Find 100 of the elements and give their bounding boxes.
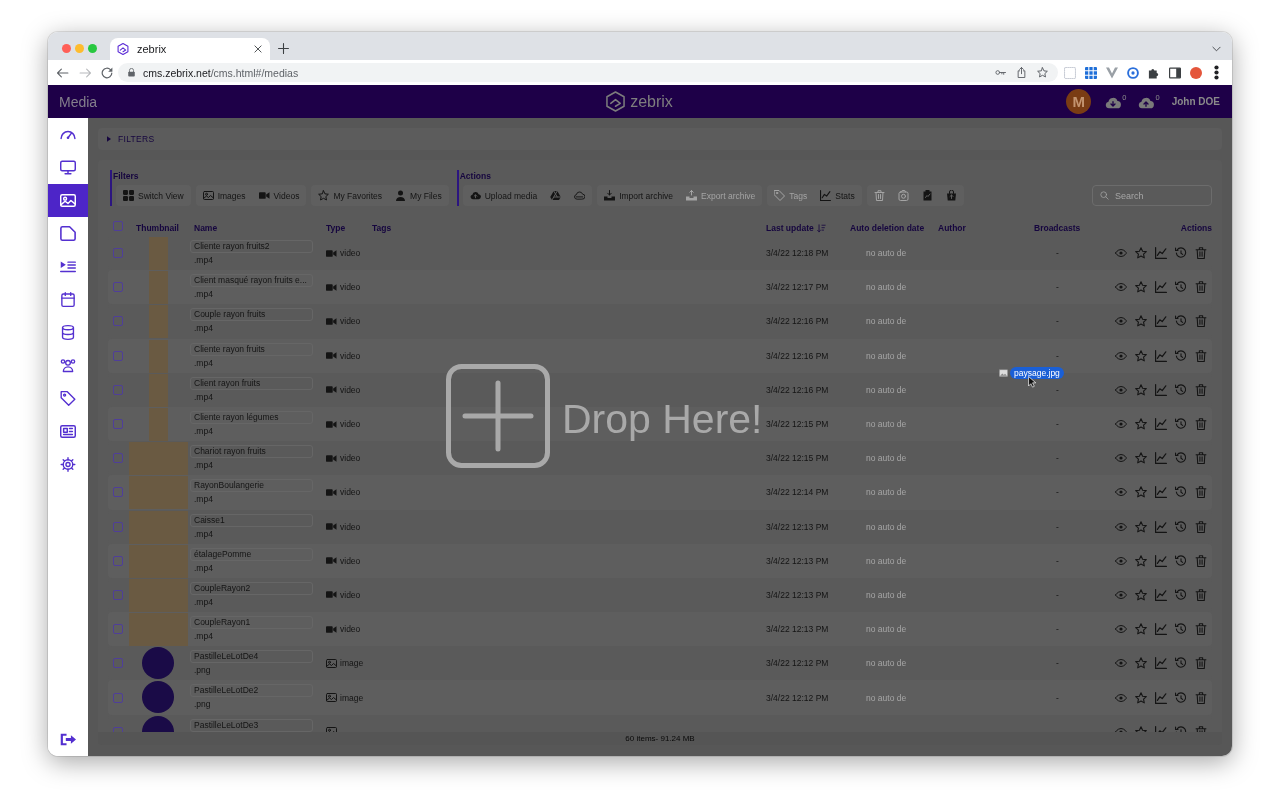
share-icon[interactable] [1016, 67, 1027, 78]
name-field[interactable]: Chariot rayon fruits [190, 445, 313, 459]
history-icon[interactable] [1175, 418, 1187, 431]
user-avatar[interactable]: M [1066, 89, 1092, 114]
name-field[interactable]: Cliente rayon fruits [190, 342, 313, 356]
eye-icon[interactable] [1115, 520, 1127, 533]
trash-icon[interactable] [1195, 452, 1207, 465]
chart-icon[interactable] [1155, 315, 1167, 328]
browser-tab[interactable]: zebrix [110, 38, 270, 60]
back-arrow-icon[interactable] [57, 66, 69, 79]
row-checkbox[interactable] [113, 419, 123, 430]
chart-icon[interactable] [1155, 452, 1167, 465]
dotted-square-icon[interactable] [1064, 66, 1076, 79]
trash-icon[interactable] [1195, 315, 1207, 328]
history-icon[interactable] [1175, 691, 1187, 704]
chart-icon[interactable] [1155, 383, 1167, 396]
eye-icon[interactable] [1115, 623, 1127, 636]
name-field[interactable]: PastilleLeLotDe3 [190, 718, 313, 732]
import-archive-button[interactable]: Import archive [604, 185, 673, 206]
sidebar-item[interactable] [48, 184, 88, 217]
column-header[interactable]: Actions [1180, 223, 1212, 233]
star-icon[interactable] [1135, 315, 1147, 328]
name-field[interactable]: étalagePomme [190, 547, 313, 561]
row-checkbox[interactable] [113, 589, 123, 600]
name-field[interactable]: Cliente rayon légumes [190, 410, 313, 424]
chart-icon[interactable] [1155, 554, 1167, 567]
row-checkbox[interactable] [113, 282, 123, 293]
history-icon[interactable] [1175, 349, 1187, 362]
star-icon[interactable] [1135, 554, 1147, 567]
column-header[interactable]: Broadcasts [1034, 223, 1081, 233]
column-header[interactable]: Type [326, 223, 346, 233]
star-icon[interactable] [1135, 486, 1147, 499]
name-field[interactable]: CoupleRayon2 [190, 581, 313, 595]
key-icon[interactable] [995, 67, 1006, 78]
row-checkbox[interactable] [113, 384, 123, 395]
trash-icon[interactable] [1195, 349, 1207, 362]
name-field[interactable]: Cliente rayon fruits2 [190, 240, 313, 253]
column-header[interactable]: Name [194, 223, 218, 233]
name-field[interactable]: PastilleLeLotDe2 [190, 684, 313, 698]
column-header[interactable]: Thumbnail [136, 223, 179, 233]
history-icon[interactable] [1175, 383, 1187, 396]
row-checkbox[interactable] [113, 692, 123, 703]
star-icon[interactable] [1135, 281, 1147, 294]
row-checkbox[interactable] [113, 350, 123, 361]
history-icon[interactable] [1175, 452, 1187, 465]
star-icon[interactable] [1135, 452, 1147, 465]
new-tab-icon[interactable] [278, 43, 289, 54]
chart-icon[interactable] [1155, 349, 1167, 362]
trash-icon[interactable] [1195, 657, 1207, 670]
row-checkbox[interactable] [113, 555, 123, 566]
trash-icon[interactable] [1195, 486, 1207, 499]
column-header[interactable]: Author [938, 223, 966, 233]
eye-icon[interactable] [1115, 383, 1127, 396]
search-field[interactable]: Search [1092, 185, 1212, 206]
profile-avatar-icon[interactable] [1190, 66, 1202, 79]
v-shape-icon[interactable] [1106, 66, 1118, 79]
chart-icon[interactable] [1155, 623, 1167, 636]
row-checkbox[interactable] [113, 521, 123, 532]
row-checkbox[interactable] [113, 316, 123, 327]
window-close-icon[interactable] [61, 43, 71, 53]
trash-icon[interactable] [1195, 281, 1207, 294]
stats-button[interactable]: Stats [820, 185, 855, 206]
favorites-button[interactable]: My Favorites [318, 185, 383, 206]
eye-icon[interactable] [1115, 657, 1127, 670]
cloud-download-icon[interactable] [1105, 97, 1122, 109]
column-header[interactable]: Auto deletion date [850, 223, 925, 233]
star-icon[interactable] [1037, 67, 1048, 78]
history-icon[interactable] [1175, 623, 1187, 636]
eye-icon[interactable] [1115, 588, 1127, 601]
row-checkbox[interactable] [113, 487, 123, 498]
star-icon[interactable] [1135, 247, 1147, 260]
my-files-button[interactable]: My Files [395, 185, 442, 206]
grid-icon[interactable] [1085, 66, 1097, 79]
eye-icon[interactable] [1115, 486, 1127, 499]
chart-icon[interactable] [1155, 418, 1167, 431]
row-checkbox[interactable] [113, 658, 123, 669]
star-icon[interactable] [1135, 623, 1147, 636]
cloud-upload-icon[interactable] [1138, 97, 1155, 109]
trash-icon[interactable] [1195, 554, 1207, 567]
images-button[interactable]: Images [202, 185, 246, 206]
name-field[interactable]: Client rayon fruits [190, 376, 313, 390]
puzzle-icon[interactable] [1148, 66, 1160, 79]
address-field[interactable]: cms.zebrix.net/cms.html#/medias [118, 63, 1058, 82]
history-icon[interactable] [1175, 281, 1187, 294]
history-icon[interactable] [1175, 247, 1187, 260]
chevron-down-icon[interactable] [1212, 46, 1221, 52]
star-icon[interactable] [1135, 691, 1147, 704]
window-zoom-icon[interactable] [87, 43, 97, 53]
column-header[interactable]: Tags [372, 223, 392, 233]
history-icon[interactable] [1175, 588, 1187, 601]
trash-icon[interactable] [1195, 588, 1207, 601]
close-icon[interactable] [254, 45, 262, 53]
history-icon[interactable] [1175, 486, 1187, 499]
select-all-checkbox[interactable] [113, 221, 123, 231]
trash-icon[interactable] [1195, 247, 1207, 260]
eye-icon[interactable] [1115, 315, 1127, 328]
eye-icon[interactable] [1115, 349, 1127, 362]
name-field[interactable]: Client masqué rayon fruits e... [190, 274, 313, 288]
eye-icon[interactable] [1115, 554, 1127, 567]
eye-icon[interactable] [1115, 247, 1127, 260]
